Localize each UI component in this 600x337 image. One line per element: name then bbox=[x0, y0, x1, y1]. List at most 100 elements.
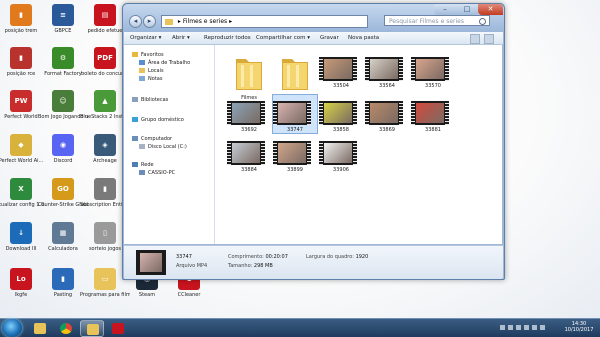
file-name: 33881 bbox=[425, 127, 441, 133]
taskbar-media[interactable] bbox=[106, 320, 130, 337]
burn-button[interactable]: Gravar bbox=[320, 32, 339, 44]
chrome-icon bbox=[60, 323, 72, 334]
video-file-item[interactable]: 33906 bbox=[319, 135, 363, 173]
app-icon: GO bbox=[52, 178, 74, 200]
keyboard-icon[interactable] bbox=[532, 325, 537, 330]
app-icon: ☺ bbox=[52, 90, 74, 112]
media-icon bbox=[112, 323, 124, 334]
video-thumbnail-image bbox=[140, 253, 162, 272]
command-bar: Organizar ▾ Abrir ▾ Reproduzir todos Com… bbox=[124, 32, 503, 45]
action-center-icon[interactable] bbox=[540, 325, 545, 330]
taskbar-chrome[interactable] bbox=[54, 320, 78, 337]
film-strip-icon bbox=[365, 101, 369, 125]
search-input[interactable]: Pesquisar Filmes e series bbox=[384, 15, 490, 26]
app-icon: ◆ bbox=[10, 134, 32, 156]
folder-item[interactable]: Series bbox=[273, 51, 317, 101]
film-strip-icon bbox=[411, 57, 415, 81]
nav-network[interactable]: Rede bbox=[132, 162, 154, 169]
app-icon: X bbox=[10, 178, 32, 200]
video-file-item[interactable]: 33881 bbox=[411, 95, 455, 133]
new-folder-button[interactable]: Nova pasta bbox=[348, 32, 379, 44]
star-icon bbox=[132, 52, 138, 57]
folder-icon bbox=[87, 324, 99, 335]
navigation-pane: Favoritos Área de Trabalho Locais Notas … bbox=[124, 45, 215, 244]
share-menu[interactable]: Compartilhar com ▾ bbox=[256, 32, 310, 44]
nav-computer[interactable]: Computador bbox=[132, 136, 172, 143]
film-strip-icon bbox=[227, 141, 231, 165]
file-name: 33869 bbox=[379, 127, 395, 133]
view-options-icon[interactable] bbox=[470, 34, 480, 44]
film-strip-icon bbox=[319, 101, 323, 125]
close-button[interactable]: ✕ bbox=[478, 4, 503, 15]
address-bar[interactable]: ▸ Filmes e series ▸ bbox=[161, 15, 368, 28]
app-icon: ⚙ bbox=[52, 47, 74, 69]
film-strip-icon bbox=[307, 101, 311, 125]
app-icon: ▮ bbox=[10, 47, 32, 69]
maximize-button[interactable]: □ bbox=[456, 4, 478, 15]
organize-menu[interactable]: Organizar ▾ bbox=[130, 32, 161, 44]
film-strip-icon bbox=[445, 57, 449, 81]
video-thumbnail bbox=[411, 101, 449, 125]
nav-favorites[interactable]: Favoritos bbox=[132, 52, 164, 59]
play-all-button[interactable]: Reproduzir todos bbox=[204, 32, 251, 44]
video-file-item[interactable]: 33570 bbox=[411, 51, 455, 89]
title-bar[interactable]: ◂ ▸ ▸ Filmes e series ▸ Pesquisar Filmes… bbox=[123, 4, 504, 32]
video-thumbnail-image bbox=[232, 103, 260, 123]
video-thumbnail-image bbox=[324, 59, 352, 79]
taskbar-explorer-active[interactable] bbox=[80, 320, 104, 337]
film-strip-icon bbox=[273, 101, 277, 125]
explorer-window[interactable]: ◂ ▸ ▸ Filmes e series ▸ Pesquisar Filmes… bbox=[122, 3, 505, 280]
video-file-item[interactable]: 33869 bbox=[365, 95, 409, 133]
folder-item[interactable]: Filmes bbox=[227, 51, 271, 101]
flag-icon[interactable] bbox=[524, 325, 529, 330]
folder-icon bbox=[34, 323, 46, 334]
video-thumbnail bbox=[227, 141, 265, 165]
film-strip-icon bbox=[261, 101, 265, 125]
nav-item-local-disk[interactable]: Disco Local (C:) bbox=[139, 144, 187, 151]
video-file-item[interactable]: 33858 bbox=[319, 95, 363, 133]
video-file-item[interactable]: 33692 bbox=[227, 95, 271, 133]
folder-icon bbox=[233, 51, 265, 93]
start-button[interactable] bbox=[2, 319, 22, 337]
nav-item-places[interactable]: Locais bbox=[139, 68, 164, 75]
back-icon[interactable]: ◂ bbox=[129, 15, 142, 28]
nav-libraries[interactable]: Bibliotecas bbox=[132, 97, 168, 104]
video-file-item[interactable]: 33564 bbox=[365, 51, 409, 89]
notification-area bbox=[500, 325, 558, 333]
taskbar-explorer[interactable] bbox=[28, 320, 52, 337]
open-menu[interactable]: Abrir ▾ bbox=[172, 32, 190, 44]
network-tray-icon[interactable] bbox=[508, 325, 513, 330]
help-icon[interactable] bbox=[484, 34, 494, 44]
nav-item-notes[interactable]: Notas bbox=[139, 76, 162, 83]
film-strip-icon bbox=[273, 141, 277, 165]
app-icon: ≡ bbox=[52, 4, 74, 26]
address-segment[interactable]: Filmes e series bbox=[183, 18, 227, 25]
film-strip-icon bbox=[353, 57, 357, 81]
video-thumbnail bbox=[319, 141, 357, 165]
minimize-button[interactable]: – bbox=[434, 4, 456, 15]
video-file-item[interactable]: 33747 bbox=[272, 94, 318, 134]
app-icon: Lo bbox=[10, 268, 32, 290]
video-thumbnail-image bbox=[324, 143, 352, 163]
video-file-item[interactable]: 33899 bbox=[273, 135, 317, 173]
film-strip-icon bbox=[399, 57, 403, 81]
address-separator: ▸ bbox=[177, 18, 181, 25]
film-strip-icon bbox=[307, 141, 311, 165]
volume-icon[interactable] bbox=[516, 325, 521, 330]
file-name: 33564 bbox=[379, 83, 395, 89]
video-thumbnail-image bbox=[416, 103, 444, 123]
nav-item-desktop[interactable]: Área de Trabalho bbox=[139, 60, 190, 67]
nav-homegroup[interactable]: Grupo doméstico bbox=[132, 117, 184, 124]
folder-icon bbox=[139, 68, 145, 73]
address-separator: ▸ bbox=[229, 18, 233, 25]
forward-icon[interactable]: ▸ bbox=[143, 15, 156, 28]
video-file-item[interactable]: 33884 bbox=[227, 135, 271, 173]
video-thumbnail bbox=[365, 57, 403, 81]
nav-item-cassio-pc[interactable]: CASSIO-PC bbox=[139, 170, 175, 177]
clock[interactable]: 14:30 10/10/2017 bbox=[562, 321, 596, 333]
video-file-item[interactable]: 33504 bbox=[319, 51, 363, 89]
file-name: 33570 bbox=[425, 83, 441, 89]
video-thumbnail-image bbox=[232, 143, 260, 163]
tray-up-arrow-icon[interactable] bbox=[500, 325, 505, 330]
file-name: 33504 bbox=[333, 83, 349, 89]
